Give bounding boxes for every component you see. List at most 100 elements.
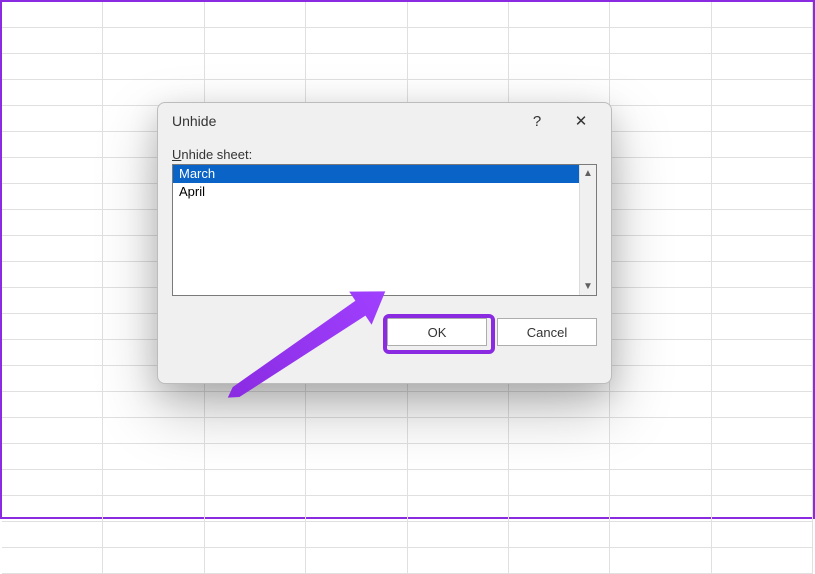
cell[interactable]: [2, 262, 103, 288]
cell[interactable]: [2, 444, 103, 470]
cell[interactable]: [610, 132, 711, 158]
cell[interactable]: [610, 470, 711, 496]
cell[interactable]: [509, 470, 610, 496]
cell[interactable]: [712, 210, 813, 236]
cell[interactable]: [2, 418, 103, 444]
cell[interactable]: [408, 28, 509, 54]
cell[interactable]: [2, 366, 103, 392]
cell[interactable]: [509, 28, 610, 54]
cell[interactable]: [103, 548, 204, 574]
cell[interactable]: [509, 2, 610, 28]
cell[interactable]: [2, 184, 103, 210]
cell[interactable]: [509, 548, 610, 574]
cell[interactable]: [712, 158, 813, 184]
cell[interactable]: [408, 444, 509, 470]
cell[interactable]: [712, 106, 813, 132]
cell[interactable]: [306, 392, 407, 418]
cell[interactable]: [103, 392, 204, 418]
cell[interactable]: [306, 54, 407, 80]
cell[interactable]: [408, 496, 509, 522]
cell[interactable]: [2, 28, 103, 54]
cell[interactable]: [103, 54, 204, 80]
cell[interactable]: [610, 106, 711, 132]
cell[interactable]: [408, 392, 509, 418]
scroll-up-icon[interactable]: ▲: [580, 165, 596, 182]
cell[interactable]: [509, 522, 610, 548]
list-item[interactable]: April: [173, 183, 579, 201]
cell[interactable]: [712, 392, 813, 418]
cell[interactable]: [610, 2, 711, 28]
cell[interactable]: [205, 28, 306, 54]
cell[interactable]: [306, 522, 407, 548]
cell[interactable]: [712, 80, 813, 106]
cell[interactable]: [610, 418, 711, 444]
cell[interactable]: [509, 496, 610, 522]
cell[interactable]: [2, 496, 103, 522]
cell[interactable]: [610, 444, 711, 470]
cancel-button[interactable]: Cancel: [497, 318, 597, 346]
cell[interactable]: [712, 444, 813, 470]
cell[interactable]: [205, 470, 306, 496]
cell[interactable]: [2, 2, 103, 28]
cell[interactable]: [610, 80, 711, 106]
cell[interactable]: [2, 288, 103, 314]
cell[interactable]: [2, 210, 103, 236]
cell[interactable]: [408, 470, 509, 496]
cell[interactable]: [610, 158, 711, 184]
cell[interactable]: [306, 444, 407, 470]
cell[interactable]: [712, 548, 813, 574]
cell[interactable]: [103, 444, 204, 470]
cell[interactable]: [712, 54, 813, 80]
cell[interactable]: [103, 522, 204, 548]
cell[interactable]: [2, 522, 103, 548]
cell[interactable]: [712, 522, 813, 548]
cell[interactable]: [712, 418, 813, 444]
cell[interactable]: [103, 470, 204, 496]
close-button[interactable]: ✕: [561, 107, 601, 135]
cell[interactable]: [408, 2, 509, 28]
cell[interactable]: [2, 548, 103, 574]
help-button[interactable]: ?: [517, 107, 557, 135]
cell[interactable]: [712, 496, 813, 522]
cell[interactable]: [712, 2, 813, 28]
cell[interactable]: [205, 444, 306, 470]
cell[interactable]: [408, 548, 509, 574]
cell[interactable]: [610, 522, 711, 548]
list-item[interactable]: March: [173, 165, 579, 183]
cell[interactable]: [712, 184, 813, 210]
cell[interactable]: [2, 132, 103, 158]
cell[interactable]: [712, 28, 813, 54]
cell[interactable]: [408, 54, 509, 80]
cell[interactable]: [103, 28, 204, 54]
cell[interactable]: [712, 366, 813, 392]
cell[interactable]: [2, 54, 103, 80]
cell[interactable]: [408, 418, 509, 444]
cell[interactable]: [712, 236, 813, 262]
cell[interactable]: [509, 418, 610, 444]
cell[interactable]: [306, 418, 407, 444]
cell[interactable]: [103, 2, 204, 28]
listbox-scrollbar[interactable]: ▲ ▼: [579, 165, 596, 295]
cell[interactable]: [2, 106, 103, 132]
cell[interactable]: [712, 314, 813, 340]
cell[interactable]: [610, 496, 711, 522]
cell[interactable]: [712, 132, 813, 158]
cell[interactable]: [610, 262, 711, 288]
cell[interactable]: [610, 210, 711, 236]
cell[interactable]: [610, 184, 711, 210]
cell[interactable]: [610, 340, 711, 366]
cell[interactable]: [306, 548, 407, 574]
cell[interactable]: [610, 288, 711, 314]
cell[interactable]: [610, 548, 711, 574]
cell[interactable]: [509, 54, 610, 80]
cell[interactable]: [2, 158, 103, 184]
cell[interactable]: [2, 392, 103, 418]
cell[interactable]: [205, 392, 306, 418]
cell[interactable]: [306, 28, 407, 54]
cell[interactable]: [2, 236, 103, 262]
cell[interactable]: [509, 392, 610, 418]
cell[interactable]: [2, 470, 103, 496]
cell[interactable]: [205, 522, 306, 548]
scroll-down-icon[interactable]: ▼: [580, 278, 596, 295]
cell[interactable]: [306, 2, 407, 28]
